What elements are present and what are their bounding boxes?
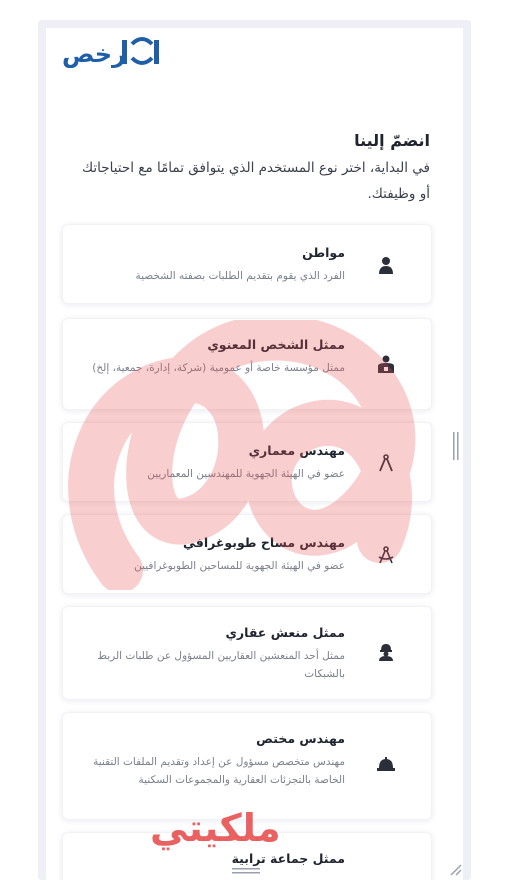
card-description: عضو في الهيئة الجهوية للمهندسين المعماري…: [147, 468, 345, 480]
worker-helmet-icon: [379, 644, 393, 661]
card-title: مهندس مختص: [256, 731, 345, 746]
card-title: مهندس مساح طوبوغرافي: [183, 535, 345, 550]
svg-text:رخص: رخص: [62, 40, 126, 68]
brand-logo[interactable]: رخص: [62, 36, 160, 68]
card-title: ممثل الشخص المعنوي: [207, 337, 345, 352]
user-type-card-surveyor[interactable]: مهندس مساح طوبوغرافي عضو في الهيئة الجهو…: [62, 514, 432, 594]
legal-entity-icon: [378, 355, 394, 373]
logo-mark: رخص: [62, 37, 159, 68]
watermark-text: ملكيتي: [150, 806, 281, 850]
card-description: ممثل مؤسسة خاصة أو عمومية (شركة، إدارة، …: [92, 362, 345, 374]
user-type-card-architect[interactable]: مهندس معماري عضو في الهيئة الجهوية للمهن…: [62, 422, 432, 502]
card-title: مهندس معماري: [248, 443, 345, 458]
card-description: ممثل أحد المنعشين العقاريين المسؤول عن ط…: [97, 650, 345, 680]
compass-icon: [379, 454, 393, 472]
drag-handle-icon[interactable]: [232, 866, 260, 876]
person-icon: [379, 257, 393, 274]
card-description: مهندس متخصص مسؤول عن إعداد وتقديم الملفا…: [93, 756, 345, 786]
intro-text: في البداية، اختر نوع المستخدم الذي يتواف…: [82, 160, 430, 202]
user-type-card-citizen[interactable]: مواطن الفرد الذي يقوم بتقديم الطلبات بصف…: [62, 224, 432, 304]
drafting-compass-icon: [378, 546, 394, 564]
page-title: انضمّ إلينا: [354, 131, 430, 150]
signup-panel: رخص انضمّ إلينا في البداية، اختر نوع الم…: [46, 28, 463, 880]
hard-hat-icon: [377, 757, 395, 771]
user-type-card-specialist-engineer[interactable]: مهندس مختص مهندس متخصص مسؤول عن إعداد وت…: [62, 712, 432, 820]
resize-handle-icon[interactable]: [448, 862, 462, 876]
card-title: مواطن: [302, 245, 345, 260]
card-title: ممثل منعش عقاري: [225, 625, 345, 640]
card-description: عضو في الهيئة الجهوية للمساحين الطوبوغرا…: [134, 560, 345, 572]
user-type-card-developer[interactable]: ممثل منعش عقاري ممثل أحد المنعشين العقار…: [62, 606, 432, 700]
card-description: الفرد الذي يقوم بتقديم الطلبات بصفته الش…: [135, 270, 345, 282]
user-type-card-legal-entity[interactable]: ممثل الشخص المعنوي ممثل مؤسسة خاصة أو عم…: [62, 318, 432, 410]
scroll-grip-icon[interactable]: [452, 432, 460, 460]
card-title: ممثل جماعة ترابية: [231, 851, 345, 866]
